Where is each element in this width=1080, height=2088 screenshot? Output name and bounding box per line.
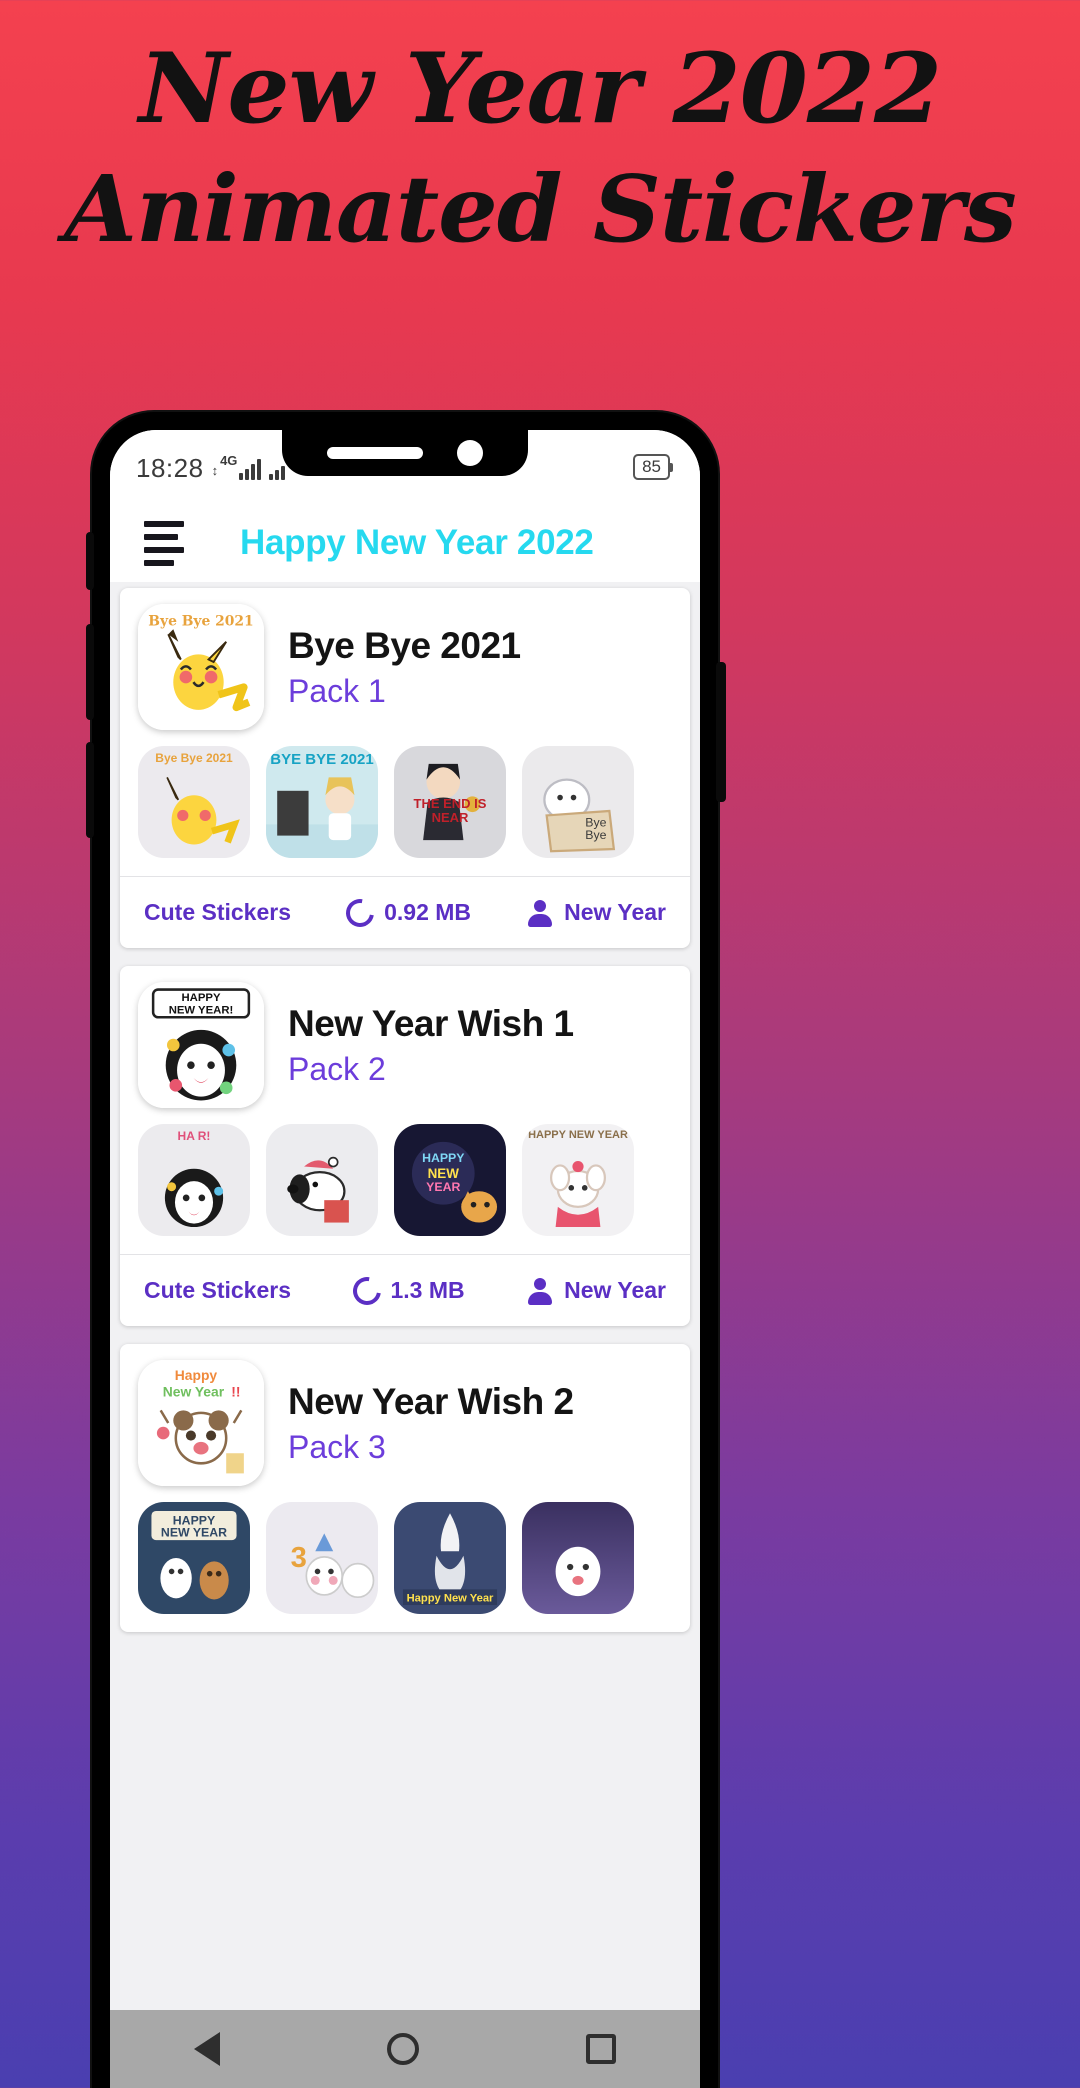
- svg-text:Bye Bye 2021: Bye Bye 2021: [148, 613, 253, 629]
- download-ring-icon: [340, 893, 380, 932]
- sticker-preview[interactable]: Happy New Year: [394, 1502, 506, 1614]
- category-label: New Year: [564, 1277, 666, 1303]
- pack-subtitle: Pack 2: [288, 1050, 386, 1087]
- promo-headline: New Year 2022 Animated Stickers: [0, 28, 1080, 269]
- pack-meta: New Year Wish 2 Pack 3: [288, 1381, 574, 1466]
- sticker-preview[interactable]: 3: [266, 1502, 378, 1614]
- pack-meta: Bye Bye 2021 Pack 1: [288, 625, 521, 710]
- signal-bars-secondary-icon: [269, 458, 286, 480]
- sticker-preview[interactable]: [266, 1124, 378, 1236]
- network-type-label: 4G: [220, 452, 238, 468]
- hamburger-menu-icon[interactable]: [144, 520, 184, 566]
- pack-category: New Year: [526, 899, 666, 927]
- pack-footer: Cute Stickers 1.3 MB New Year: [120, 1254, 690, 1326]
- phone-screen: 18:28 ↕ 4G 85 Happy New Year 2022 Bye By…: [110, 430, 700, 2088]
- person-icon: [526, 899, 554, 927]
- pack-thumbnail: Bye Bye 2021: [138, 604, 264, 730]
- sticker-preview[interactable]: BYE BYE 2021: [266, 746, 378, 858]
- pack-category: New Year: [526, 1277, 666, 1305]
- pack-thumbnail: Happy New Year !!: [138, 1360, 264, 1486]
- download-ring-icon: [347, 1271, 386, 1310]
- phone-mockup: 18:28 ↕ 4G 85 Happy New Year 2022 Bye By…: [86, 412, 726, 2088]
- pack-header[interactable]: Happy New Year !! New Year Wish 2 Pack 3: [120, 1344, 690, 1496]
- svg-text:Happy: Happy: [175, 1367, 218, 1383]
- sticker-preview[interactable]: HAPPY NEW YEAR: [522, 1124, 634, 1236]
- pack-title: Bye Bye 2021: [288, 624, 521, 666]
- pack-subtitle: Pack 1: [288, 672, 386, 709]
- publisher-label: Cute Stickers: [144, 1277, 292, 1303]
- earpiece-speaker-icon: [327, 447, 423, 459]
- svg-text:3: 3: [291, 1542, 307, 1574]
- sticker-preview[interactable]: HAPPY NEW YEAR: [394, 1124, 506, 1236]
- category-label: New Year: [564, 899, 666, 925]
- sticker-pack-list[interactable]: Bye Bye 2021 Bye Bye 2021 Pack 1 Bye Bye…: [110, 582, 700, 2010]
- signal-bars-icon: [239, 458, 262, 480]
- svg-text:HAPPY: HAPPY: [422, 1151, 465, 1165]
- svg-text:New Year: New Year: [163, 1384, 225, 1400]
- status-time: 18:28: [136, 452, 204, 483]
- publisher-label: Cute Stickers: [144, 899, 292, 925]
- android-nav-bar: [110, 2010, 700, 2088]
- person-icon: [526, 1277, 554, 1305]
- promo-line-1: New Year 2022: [138, 32, 942, 145]
- size-label: 0.92 MB: [384, 899, 472, 925]
- recents-button-icon[interactable]: [586, 2034, 617, 2064]
- pack-publisher: Cute Stickers: [144, 1277, 291, 1304]
- pack-size: 1.3 MB: [347, 1271, 465, 1310]
- size-label: 1.3 MB: [390, 1277, 465, 1303]
- phone-volume-up-button: [86, 624, 94, 720]
- sticker-preview[interactable]: [522, 1502, 634, 1614]
- back-button-icon[interactable]: [193, 2032, 220, 2066]
- sticker-pack-card[interactable]: Happy New Year !! New Year Wish 2 Pack 3…: [120, 1344, 690, 1632]
- sticker-pack-card[interactable]: HAPPY NEW YEAR! New Year Wish 1 Pack 2 H…: [120, 966, 690, 1326]
- pack-publisher: Cute Stickers: [144, 899, 291, 926]
- sticker-pack-card[interactable]: Bye Bye 2021 Bye Bye 2021 Pack 1 Bye Bye…: [120, 588, 690, 948]
- pack-meta: New Year Wish 1 Pack 2: [288, 1003, 574, 1088]
- pack-header[interactable]: Bye Bye 2021 Bye Bye 2021 Pack 1: [120, 588, 690, 740]
- svg-text:NEW YEAR!: NEW YEAR!: [169, 1005, 234, 1017]
- pack-preview-row[interactable]: Bye Bye 2021 BYE BYE 2021 THE END IS NEA…: [120, 740, 690, 876]
- sticker-preview[interactable]: HAPPY NEW YEAR: [138, 1502, 250, 1614]
- battery-indicator: 85: [633, 454, 673, 480]
- svg-text:YEAR: YEAR: [426, 1180, 460, 1194]
- home-button-icon[interactable]: [386, 2033, 419, 2065]
- pack-size: 0.92 MB: [340, 893, 472, 932]
- promo-line-2: Animated Stickers: [64, 154, 1017, 263]
- sticker-preview[interactable]: Bye Bye 2021: [138, 746, 250, 858]
- status-bar-left: 18:28 ↕ 4G: [136, 452, 286, 483]
- phone-mute-switch: [86, 532, 94, 590]
- phone-power-button: [716, 662, 726, 802]
- phone-notch: [282, 430, 528, 476]
- sticker-caption: THE END IS NEAR: [413, 795, 487, 825]
- pack-preview-row[interactable]: HA R! HAPPY NEW YEAR HAPPY NEW YEAR: [120, 1118, 690, 1254]
- svg-text:Bye: Bye: [585, 828, 606, 842]
- svg-text:NEW: NEW: [428, 1166, 460, 1181]
- sticker-preview[interactable]: HA R!: [138, 1124, 250, 1236]
- app-bar: Happy New Year 2022: [110, 504, 700, 582]
- pack-title: New Year Wish 1: [288, 1002, 574, 1044]
- pack-thumbnail: HAPPY NEW YEAR!: [138, 982, 264, 1108]
- page-title: Happy New Year 2022: [240, 523, 594, 562]
- svg-text:!!: !!: [231, 1384, 240, 1400]
- pack-footer: Cute Stickers 0.92 MB New Year: [120, 876, 690, 948]
- pack-header[interactable]: HAPPY NEW YEAR! New Year Wish 1 Pack 2: [120, 966, 690, 1118]
- phone-volume-down-button: [86, 742, 94, 838]
- svg-text:HAPPY: HAPPY: [181, 992, 220, 1004]
- sticker-preview[interactable]: THE END IS NEAR: [394, 746, 506, 858]
- pack-title: New Year Wish 2: [288, 1380, 574, 1422]
- pack-preview-row[interactable]: HAPPY NEW YEAR 3 Happy New Year: [120, 1496, 690, 1632]
- sticker-preview[interactable]: Bye Bye: [522, 746, 634, 858]
- front-camera-icon: [457, 440, 483, 466]
- svg-text:Happy New Year: Happy New Year: [407, 1593, 494, 1605]
- svg-text:NEW YEAR: NEW YEAR: [161, 1526, 227, 1540]
- pack-subtitle: Pack 3: [288, 1428, 386, 1465]
- network-indicator: ↕ 4G: [212, 454, 286, 481]
- data-arrows-icon: ↕: [211, 462, 219, 478]
